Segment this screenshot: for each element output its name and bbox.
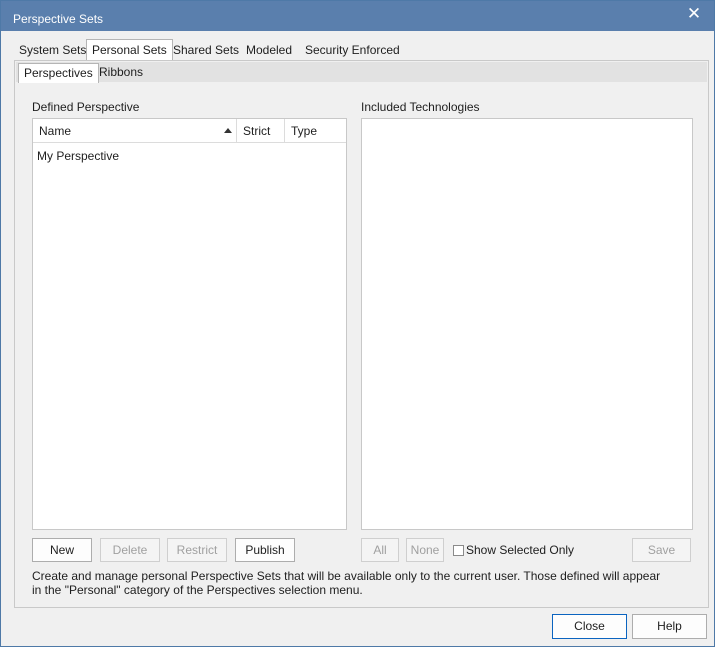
- tab-panel: Perspectives Ribbons Defined Perspective…: [14, 60, 709, 608]
- technologies-list[interactable]: [361, 118, 693, 530]
- new-button[interactable]: New: [32, 538, 92, 562]
- perspective-list[interactable]: Name Strict Type My Perspective: [32, 118, 347, 530]
- sort-ascending-icon: [224, 128, 232, 133]
- perspective-sets-dialog: Perspective Sets ✕ System Sets Personal …: [0, 0, 715, 647]
- description-text: Create and manage personal Perspective S…: [32, 569, 661, 597]
- publish-button[interactable]: Publish: [235, 538, 295, 562]
- restrict-button[interactable]: Restrict: [167, 538, 227, 562]
- close-button[interactable]: Close: [552, 614, 627, 639]
- delete-button[interactable]: Delete: [100, 538, 160, 562]
- tab-security-enforced[interactable]: Security Enforced: [300, 40, 405, 60]
- show-selected-only-checkbox[interactable]: [453, 545, 464, 556]
- tab-personal-sets[interactable]: Personal Sets: [86, 39, 173, 60]
- sub-tab-bar: Perspectives Ribbons: [16, 62, 707, 83]
- column-strict[interactable]: Strict: [237, 119, 285, 143]
- none-button[interactable]: None: [406, 538, 444, 562]
- column-name-label: Name: [39, 124, 72, 138]
- tab-ribbons[interactable]: Ribbons: [94, 63, 148, 83]
- column-type[interactable]: Type: [285, 119, 346, 143]
- save-button[interactable]: Save: [632, 538, 691, 562]
- show-selected-only-label: Show Selected Only: [466, 543, 575, 557]
- tab-system-sets[interactable]: System Sets: [14, 40, 91, 60]
- window-title: Perspective Sets: [13, 12, 104, 26]
- column-name[interactable]: Name: [33, 119, 237, 143]
- tab-shared-sets[interactable]: Shared Sets: [168, 40, 244, 60]
- all-button[interactable]: All: [361, 538, 399, 562]
- included-technologies-label: Included Technologies: [361, 100, 480, 114]
- list-header: Name Strict Type: [33, 119, 346, 143]
- list-item[interactable]: My Perspective: [37, 147, 119, 165]
- close-icon[interactable]: ✕: [684, 4, 704, 24]
- help-button[interactable]: Help: [632, 614, 707, 639]
- tab-modeled[interactable]: Modeled: [241, 40, 297, 60]
- defined-perspective-label: Defined Perspective: [32, 100, 140, 114]
- title-bar: Perspective Sets ✕: [1, 1, 714, 31]
- tab-perspectives[interactable]: Perspectives: [18, 63, 99, 83]
